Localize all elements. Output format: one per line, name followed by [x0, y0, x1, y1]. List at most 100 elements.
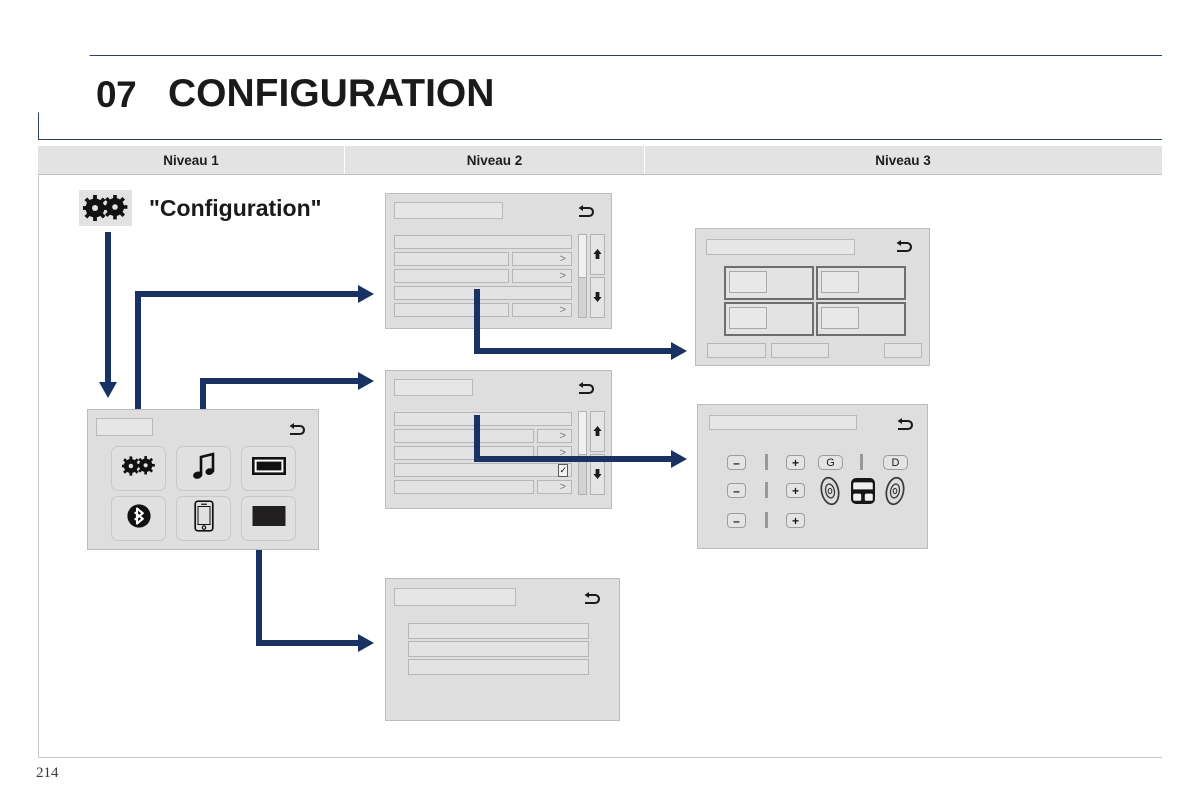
tile-audio[interactable]	[176, 446, 231, 491]
arrow-head-music-to-list-middle	[358, 372, 374, 390]
decrease-button[interactable]: –	[727, 513, 746, 528]
list-top-title-field	[394, 202, 503, 219]
return-arrow-icon[interactable]	[576, 381, 598, 399]
quad-tile-thumbnail	[729, 307, 767, 329]
scroll-up-icon	[593, 249, 602, 259]
list-item[interactable]	[408, 659, 589, 675]
speaker-right-icon	[884, 476, 906, 511]
return-arrow-icon[interactable]	[576, 204, 598, 222]
chevron-right-icon[interactable]: >	[537, 429, 572, 443]
chapter-number: 07	[96, 74, 137, 115]
gears-icon	[79, 190, 132, 226]
speaker-left-icon	[819, 476, 841, 511]
manual-page: 07 CONFIGURATION Niveau 1 Niveau 2 Nivea…	[0, 0, 1200, 800]
list-item[interactable]	[394, 412, 572, 426]
configuration-options-list-screen[interactable]: > > >	[385, 193, 612, 329]
levels-header: Niveau 1 Niveau 2 Niveau 3	[38, 146, 1162, 175]
scroll-up-icon	[593, 426, 602, 436]
configuration-entry-label: "Configuration"	[149, 194, 322, 221]
quad-tile-thumbnail	[821, 307, 859, 329]
tile-configuration[interactable]	[111, 446, 166, 491]
gears-icon	[120, 456, 156, 481]
audio-balance-settings-screen[interactable]: – + G D – + – +	[697, 404, 928, 549]
list-item[interactable]	[408, 641, 589, 657]
return-arrow-icon[interactable]	[582, 591, 604, 609]
arrow-head-config-to-menu	[99, 382, 117, 398]
return-arrow-icon[interactable]	[895, 417, 917, 435]
level-3-header: Niveau 3	[875, 152, 931, 168]
display-settings-screen[interactable]	[695, 228, 930, 366]
connector-music-horizontal	[200, 378, 361, 384]
slider-tick	[765, 454, 768, 470]
list-middle-title-field	[394, 379, 473, 396]
display-options-list-screen[interactable]: > > ✓ >	[385, 370, 612, 509]
arrow-head-listmid-to-audio	[671, 450, 687, 468]
arrow-head-listtop-to-quad	[671, 342, 687, 360]
chevron-right-icon[interactable]: >	[512, 303, 572, 317]
level-2-header: Niveau 2	[345, 146, 645, 174]
chevron-right-icon[interactable]: >	[512, 269, 572, 283]
scroll-up-button[interactable]	[590, 234, 605, 275]
checkbox-cell[interactable]: ✓	[558, 463, 572, 477]
configuration-entry: "Configuration"	[79, 190, 322, 226]
increase-button[interactable]: +	[786, 483, 805, 498]
smartphone-icon	[193, 500, 214, 537]
balance-right-button[interactable]: D	[883, 455, 908, 470]
scroll-down-icon	[593, 469, 602, 479]
quad-bottom-button[interactable]	[771, 343, 829, 358]
list-item[interactable]	[394, 480, 534, 494]
connector-listmid-horizontal	[474, 456, 674, 462]
arrow-head-gears-to-list-top	[358, 285, 374, 303]
page-title: CONFIGURATION	[168, 72, 495, 115]
scrollbar-thumb[interactable]	[578, 411, 587, 455]
simple-options-screen[interactable]	[385, 578, 620, 721]
tile-phone-mirroring[interactable]	[176, 496, 231, 541]
tile-screen-off[interactable]	[241, 496, 296, 541]
level-1-header: Niveau 1	[38, 146, 345, 174]
quad-bottom-button[interactable]	[884, 343, 922, 358]
arrow-head-screenoff-to-bottom	[358, 634, 374, 652]
tile-bluetooth[interactable]	[111, 496, 166, 541]
list-item[interactable]	[394, 429, 534, 443]
music-note-icon	[191, 451, 217, 486]
content-left-rule	[38, 174, 39, 757]
slider-tick	[860, 454, 863, 470]
list-item[interactable]	[408, 623, 589, 639]
scroll-up-button[interactable]	[590, 411, 605, 452]
page-number: 214	[36, 765, 59, 781]
list-item[interactable]	[394, 463, 559, 477]
connector-config-to-menu	[105, 232, 111, 384]
balance-left-button[interactable]: G	[818, 455, 843, 470]
list-item[interactable]	[394, 235, 572, 249]
connector-gears-horizontal	[135, 291, 361, 297]
configuration-main-menu-screen[interactable]	[87, 409, 319, 550]
slider-tick	[765, 512, 768, 528]
list-item[interactable]	[394, 269, 509, 283]
bluetooth-icon	[126, 500, 151, 537]
car-seat-icon	[850, 477, 876, 510]
return-arrow-icon[interactable]	[287, 422, 309, 440]
quad-bottom-button[interactable]	[707, 343, 766, 358]
list-item[interactable]	[394, 303, 509, 317]
decrease-button[interactable]: –	[727, 483, 746, 498]
return-arrow-icon[interactable]	[894, 239, 916, 257]
audio-title-field	[709, 415, 857, 430]
list-item[interactable]	[394, 286, 572, 300]
list-item[interactable]	[394, 252, 509, 266]
scrollbar-thumb[interactable]	[578, 234, 587, 278]
chevron-right-icon[interactable]: >	[537, 480, 572, 494]
list-bottom-title-field	[394, 588, 516, 606]
increase-button[interactable]: +	[786, 513, 805, 528]
increase-button[interactable]: +	[786, 455, 805, 470]
chevron-right-icon[interactable]: >	[512, 252, 572, 266]
quad-tile-thumbnail	[821, 271, 859, 293]
checkbox[interactable]: ✓	[558, 463, 568, 477]
quad-tile-thumbnail	[729, 271, 767, 293]
scroll-down-button[interactable]	[590, 277, 605, 318]
tile-display[interactable]	[241, 446, 296, 491]
black-rectangle-icon	[252, 505, 286, 532]
decrease-button[interactable]: –	[727, 455, 746, 470]
content-bottom-rule	[38, 757, 1162, 758]
menu-title-field	[96, 418, 153, 436]
slider-tick	[765, 482, 768, 498]
